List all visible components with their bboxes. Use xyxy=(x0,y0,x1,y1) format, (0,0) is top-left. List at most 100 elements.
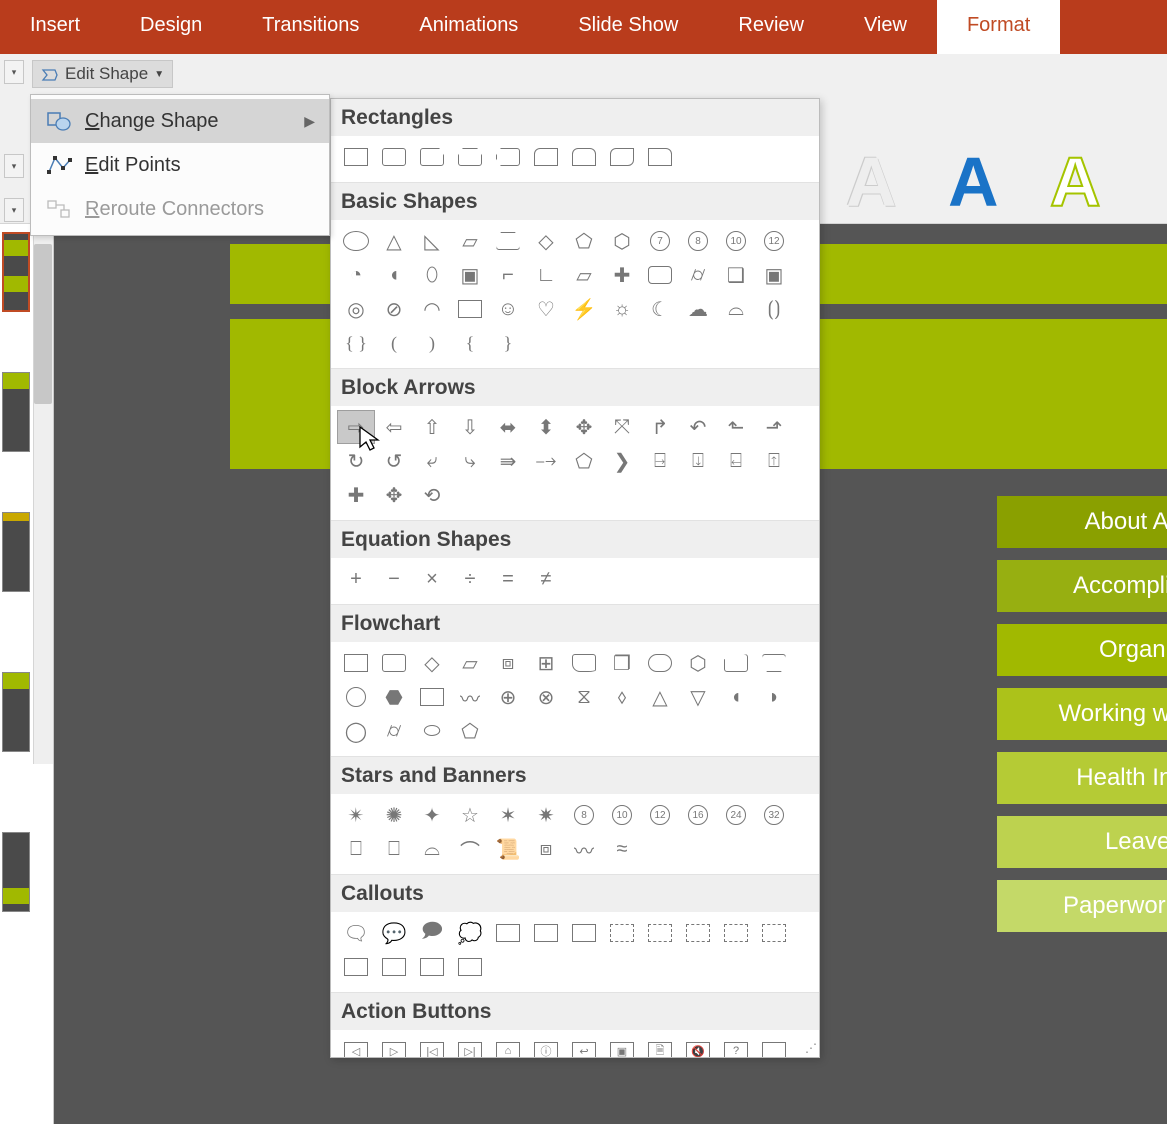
shape-action-forward[interactable]: ▷ xyxy=(375,1034,413,1058)
slide-button-accomplishments[interactable]: Accomplishments xyxy=(997,560,1167,612)
shape-callout-oval[interactable]: 🗩 xyxy=(413,916,451,950)
shape-callout-round[interactable]: 💬 xyxy=(375,916,413,950)
shape-action-blank[interactable] xyxy=(755,1034,793,1058)
shape-left-arrow[interactable]: ⇦ xyxy=(375,410,413,444)
shape-fc-or[interactable]: ⊗ xyxy=(527,680,565,714)
shape-smiley[interactable]: ☺ xyxy=(489,292,527,326)
tab-view[interactable]: View xyxy=(834,0,937,54)
shape-action-document[interactable]: 🗎 xyxy=(641,1034,679,1058)
shape-quad-arrow[interactable]: ✥ xyxy=(565,410,603,444)
shape-action-return[interactable]: ↩ xyxy=(565,1034,603,1058)
shape-callout-line5[interactable] xyxy=(641,916,679,950)
shape-callout-line2[interactable] xyxy=(527,916,565,950)
shape-callout-quad[interactable]: ✥ xyxy=(375,478,413,512)
shape-eq-not-equals[interactable]: ≠ xyxy=(527,562,565,596)
shape-fc-offpage[interactable]: ⬣ xyxy=(375,680,413,714)
slide-button-paperwork[interactable]: Paperwork Process xyxy=(997,880,1167,932)
shape-cloud[interactable]: ☁ xyxy=(679,292,717,326)
shape-curved-left[interactable]: ↺ xyxy=(375,444,413,478)
shape-round-2[interactable] xyxy=(565,140,603,174)
shape-fc-merge[interactable]: ▽ xyxy=(679,680,717,714)
shape-explosion2[interactable]: ✺ xyxy=(375,798,413,832)
shape-triangle[interactable]: △ xyxy=(375,224,413,258)
shape-uturn-arrow[interactable]: ↶ xyxy=(679,410,717,444)
shape-right-bracket[interactable]: ) xyxy=(413,326,451,360)
shape-arc2[interactable]: ⌓ xyxy=(717,292,755,326)
shape-eq-divide[interactable]: ÷ xyxy=(451,562,489,596)
shape-round-diag[interactable] xyxy=(603,140,641,174)
shape-callout-line4[interactable] xyxy=(603,916,641,950)
shape-fc-terminator[interactable] xyxy=(641,646,679,680)
shape-ribbon-up[interactable]: ⎕ xyxy=(337,832,375,866)
shape-callout-cloud[interactable]: 💭 xyxy=(451,916,489,950)
slide-button-leave[interactable]: Leave Time xyxy=(997,816,1167,868)
shape-action-movie[interactable]: ▣ xyxy=(603,1034,641,1058)
shape-octagon[interactable]: 8 xyxy=(679,224,717,258)
shape-double-wave[interactable]: ≈ xyxy=(603,832,641,866)
menu-change-shape[interactable]: Change Shape ▶ xyxy=(31,99,329,143)
thumbnail-scrollbar-thumb[interactable] xyxy=(34,244,52,404)
shape-fc-multidoc[interactable]: ❐ xyxy=(603,646,641,680)
shape-curved-down[interactable]: ⤷ xyxy=(451,444,489,478)
shape-tri-arrow[interactable]: ⤧ xyxy=(603,410,641,444)
shape-notched-arrow[interactable]: ⤍ xyxy=(527,444,565,478)
shape-callout-accent1[interactable] xyxy=(337,950,375,984)
shape-teardrop[interactable]: ⬯ xyxy=(413,258,451,292)
tab-slideshow[interactable]: Slide Show xyxy=(548,0,708,54)
shape-fc-extract[interactable]: △ xyxy=(641,680,679,714)
shape-action-help[interactable]: ? xyxy=(717,1034,755,1058)
shape-fc-document[interactable] xyxy=(565,646,603,680)
shape-parallelogram[interactable]: ▱ xyxy=(451,224,489,258)
slide-thumbnail-3[interactable] xyxy=(2,512,30,592)
shape-callout-line3[interactable] xyxy=(565,916,603,950)
wordart-style-3[interactable]: A xyxy=(1050,142,1101,222)
shape-fc-seq-access[interactable]: ◯ xyxy=(337,714,375,748)
shape-star6[interactable]: ✶ xyxy=(489,798,527,832)
shape-frame[interactable]: ▣ xyxy=(451,258,489,292)
shape-fc-data[interactable]: ▱ xyxy=(451,646,489,680)
shape-snip-2[interactable] xyxy=(451,140,489,174)
shape-leftup-arrow[interactable]: ⬑ xyxy=(717,410,755,444)
shape-no-symbol[interactable]: ⊘ xyxy=(375,292,413,326)
shape-right-callout-arrow[interactable]: ⍈ xyxy=(641,444,679,478)
shape-striped-arrow[interactable]: ⇛ xyxy=(489,444,527,478)
shape-can[interactable]: ⌭ xyxy=(679,258,717,292)
shape-leftright-arrow[interactable]: ⬌ xyxy=(489,410,527,444)
shape-moon[interactable]: ☾ xyxy=(641,292,679,326)
shape-fc-delay[interactable]: ◗ xyxy=(755,680,793,714)
shape-fc-stored[interactable]: ◖ xyxy=(717,680,755,714)
shape-fc-mag-disk[interactable]: ⌭ xyxy=(375,714,413,748)
wordart-style-1[interactable]: A xyxy=(846,142,897,222)
shape-chevron[interactable]: ❯ xyxy=(603,444,641,478)
slide-button-organization[interactable]: Organization xyxy=(997,624,1167,676)
shape-action-sound[interactable]: 🔇 xyxy=(679,1034,717,1058)
shape-left-callout-arrow[interactable]: ⍇ xyxy=(717,444,755,478)
shape-circular-arrow[interactable]: ⟲ xyxy=(413,478,451,512)
shape-snip-3[interactable] xyxy=(489,140,527,174)
shape-star16[interactable]: 16 xyxy=(679,798,717,832)
shape-pie[interactable]: ◔ xyxy=(337,258,375,292)
shape-lightning[interactable]: ⚡ xyxy=(565,292,603,326)
shape-fc-sort[interactable]: ⬨ xyxy=(603,680,641,714)
slide-thumbnail-2[interactable] xyxy=(2,372,30,452)
shape-plus[interactable]: ✚ xyxy=(603,258,641,292)
shape-bent-arrow[interactable]: ↱ xyxy=(641,410,679,444)
wordart-style-2[interactable]: A xyxy=(948,142,999,222)
shape-bevel[interactable]: ▣ xyxy=(755,258,793,292)
shape-l-shape[interactable]: ∟ xyxy=(527,258,565,292)
shape-trapezoid[interactable] xyxy=(489,224,527,258)
shape-pentagon[interactable]: ⬠ xyxy=(565,224,603,258)
shape-fc-manual-op[interactable] xyxy=(755,646,793,680)
shape-pentagon-arrow[interactable]: ⬠ xyxy=(565,444,603,478)
shape-callout-accent4[interactable] xyxy=(451,950,489,984)
shape-arc[interactable]: ◠ xyxy=(413,292,451,326)
shape-callout-line6[interactable] xyxy=(679,916,717,950)
slide-button-about[interactable]: About AdWorks xyxy=(997,496,1167,548)
shape-action-beginning[interactable]: |◁ xyxy=(413,1034,451,1058)
shape-left-brace[interactable]: { xyxy=(451,326,489,360)
shape-heptagon[interactable]: 7 xyxy=(641,224,679,258)
shape-callout-rect[interactable]: 🗨 xyxy=(337,916,375,950)
shape-eq-minus[interactable]: − xyxy=(375,562,413,596)
ribbon-dropdown-2[interactable]: ▾ xyxy=(4,154,24,178)
shape-curved-up[interactable]: ⤶ xyxy=(413,444,451,478)
